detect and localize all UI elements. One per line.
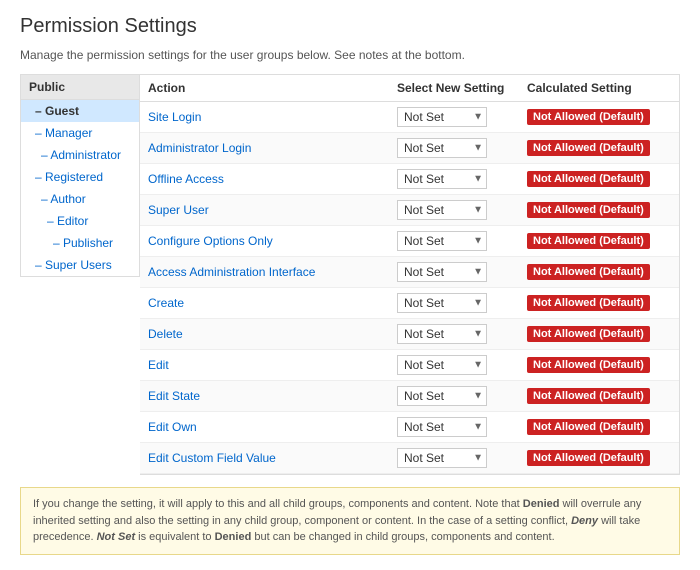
calculated-setting: Not Allowed (Default)	[519, 195, 679, 226]
select-cell: Not SetInheritedAllowedDenied▼	[389, 319, 519, 350]
main-layout: Public – Guest– Manager– Administrator– …	[20, 74, 680, 475]
setting-select[interactable]: Not SetInheritedAllowedDenied	[397, 386, 487, 406]
calculated-setting: Not Allowed (Default)	[519, 443, 679, 474]
table-row: DeleteNot SetInheritedAllowedDenied▼Not …	[140, 319, 679, 350]
not-allowed-badge: Not Allowed (Default)	[527, 264, 650, 280]
table-row: Edit StateNot SetInheritedAllowedDenied▼…	[140, 381, 679, 412]
page-title: Permission Settings	[20, 15, 680, 38]
table-row: EditNot SetInheritedAllowedDenied▼ Not Al…	[140, 350, 679, 381]
action-label: Edit Own	[140, 412, 389, 443]
sidebar-item-superusers[interactable]: – Super Users	[21, 254, 139, 276]
action-label: Create	[140, 288, 389, 319]
select-cell: Not SetInheritedAllowedDenied▼	[389, 412, 519, 443]
page-container: Permission Settings Manage the permissio…	[0, 0, 700, 570]
calculated-setting: Not Allowed (Default)	[519, 164, 679, 195]
setting-select[interactable]: Not SetInheritedAllowedDenied	[397, 169, 487, 189]
not-allowed-badge: Not Allowed (Default)	[527, 233, 650, 249]
page-description: Manage the permission settings for the u…	[20, 48, 680, 62]
select-cell: Not SetInheritedAllowedDenied▼	[389, 288, 519, 319]
sidebar-item-manager[interactable]: – Manager	[21, 122, 139, 144]
sidebar-item-author[interactable]: – Author	[21, 188, 139, 210]
sidebar-item-guest[interactable]: – Guest	[21, 100, 139, 122]
not-allowed-badge: Not Allowed (Default)	[527, 109, 650, 125]
action-label: Edit	[140, 350, 389, 381]
action-label: Site Login	[140, 102, 389, 133]
select-cell: Not SetInheritedAllowedDenied▼	[389, 381, 519, 412]
setting-select[interactable]: Not SetInheritedAllowedDenied	[397, 200, 487, 220]
calculated-setting: Not Allowed (Default)	[519, 226, 679, 257]
permissions-table: ActionSelect New SettingCalculated Setti…	[140, 75, 679, 474]
setting-select[interactable]: Not SetInheritedAllowedDenied	[397, 293, 487, 313]
calculated-setting: Not Allowed (Default)	[519, 102, 679, 133]
calculated-setting: Not Allowed (Default)	[519, 350, 679, 381]
action-label: Delete	[140, 319, 389, 350]
not-allowed-badge: Not Allowed (Default)	[527, 388, 650, 404]
setting-select[interactable]: Not SetInheritedAllowedDenied	[397, 107, 487, 127]
action-label: Edit Custom Field Value	[140, 443, 389, 474]
calculated-setting: Not Allowed (Default)	[519, 257, 679, 288]
column-header-1: Select New Setting	[389, 75, 519, 102]
select-cell: Not SetInheritedAllowedDenied▼	[389, 443, 519, 474]
calculated-setting: Not Allowed (Default)	[519, 412, 679, 443]
setting-select[interactable]: Not SetInheritedAllowedDenied	[397, 324, 487, 344]
calculated-setting: Not Allowed (Default)	[519, 133, 679, 164]
sidebar-item-registered[interactable]: – Registered	[21, 166, 139, 188]
table-row: Offline AccessNot SetInheritedAllowedDen…	[140, 164, 679, 195]
not-allowed-badge: Not Allowed (Default)	[527, 357, 650, 373]
calculated-setting: Not Allowed (Default)	[519, 319, 679, 350]
select-cell: Not SetInheritedAllowedDenied▼	[389, 350, 519, 381]
setting-select[interactable]: Not SetInheritedAllowedDenied	[397, 231, 487, 251]
setting-select[interactable]: Not SetInheritedAllowedDenied	[397, 138, 487, 158]
select-cell: Not SetInheritedAllowedDenied▼	[389, 226, 519, 257]
table-row: Access Administration InterfaceNot SetIn…	[140, 257, 679, 288]
select-cell: Not SetInheritedAllowedDenied▼	[389, 102, 519, 133]
action-label: Configure Options Only	[140, 226, 389, 257]
column-header-2: Calculated Setting	[519, 75, 679, 102]
not-allowed-badge: Not Allowed (Default)	[527, 171, 650, 187]
calculated-setting: Not Allowed (Default)	[519, 381, 679, 412]
table-row: Configure Options OnlyNot SetInheritedAl…	[140, 226, 679, 257]
table-row: Super UserNot SetInheritedAllowedDenied▼…	[140, 195, 679, 226]
table-row: Edit Custom Field ValueNot SetInheritedA…	[140, 443, 679, 474]
sidebar-item-administrator[interactable]: – Administrator	[21, 144, 139, 166]
select-cell: Not SetInheritedAllowedDenied▼	[389, 195, 519, 226]
not-allowed-badge: Not Allowed (Default)	[527, 140, 650, 156]
select-cell: Not SetInheritedAllowedDenied▼	[389, 257, 519, 288]
action-label: Offline Access	[140, 164, 389, 195]
sidebar-item-editor[interactable]: – Editor	[21, 210, 139, 232]
notice-box: If you change the setting, it will apply…	[20, 487, 680, 555]
setting-select[interactable]: Not SetInheritedAllowedDenied	[397, 448, 487, 468]
select-cell: Not SetInheritedAllowedDenied▼	[389, 133, 519, 164]
table-row: Administrator LoginNot SetInheritedAllow…	[140, 133, 679, 164]
column-header-0: Action	[140, 75, 389, 102]
setting-select[interactable]: Not SetInheritedAllowedDenied	[397, 262, 487, 282]
not-allowed-badge: Not Allowed (Default)	[527, 419, 650, 435]
table-row: CreateNot SetInheritedAllowedDenied▼Not …	[140, 288, 679, 319]
table-row: Site LoginNot SetInheritedAllowedDenied▼…	[140, 102, 679, 133]
sidebar-item-publisher[interactable]: – Publisher	[21, 232, 139, 254]
not-allowed-badge: Not Allowed (Default)	[527, 295, 650, 311]
sidebar-header: Public	[21, 75, 139, 100]
table-row: Edit OwnNot SetInheritedAllowedDenied▼No…	[140, 412, 679, 443]
content-area: ActionSelect New SettingCalculated Setti…	[140, 74, 680, 475]
action-label: Administrator Login	[140, 133, 389, 164]
action-label: Edit State	[140, 381, 389, 412]
select-cell: Not SetInheritedAllowedDenied▼	[389, 164, 519, 195]
sidebar: Public – Guest– Manager– Administrator– …	[20, 74, 140, 277]
not-allowed-badge: Not Allowed (Default)	[527, 202, 650, 218]
setting-select[interactable]: Not SetInheritedAllowedDenied	[397, 355, 487, 375]
action-label: Access Administration Interface	[140, 257, 389, 288]
calculated-setting: Not Allowed (Default)	[519, 288, 679, 319]
not-allowed-badge: Not Allowed (Default)	[527, 450, 650, 466]
not-allowed-badge: Not Allowed (Default)	[527, 326, 650, 342]
setting-select[interactable]: Not SetInheritedAllowedDenied	[397, 417, 487, 437]
action-label: Super User	[140, 195, 389, 226]
